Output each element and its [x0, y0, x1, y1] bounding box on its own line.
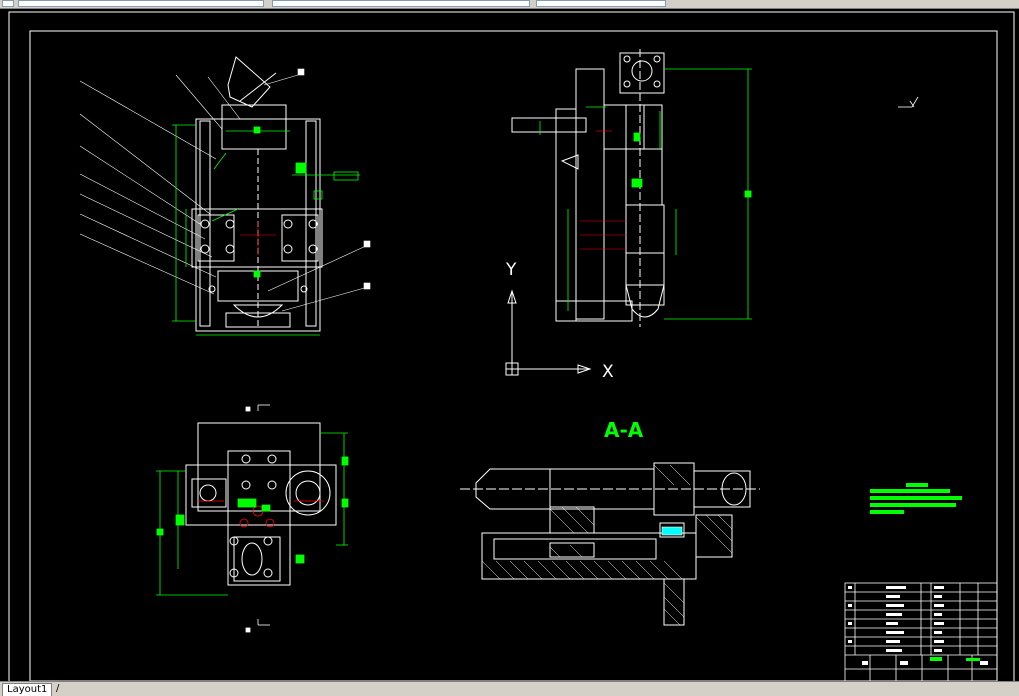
toolbar [0, 0, 1019, 9]
toolbar-combo-2[interactable] [18, 0, 264, 7]
tab-separator: / [56, 683, 60, 694]
title-block-green [930, 657, 980, 661]
section-view [460, 462, 760, 626]
ucs-icon [505, 289, 592, 376]
ucs-x-label: X [602, 362, 614, 382]
title-block-entries [848, 586, 988, 665]
toolbar-combo-4[interactable] [536, 0, 666, 7]
drawing-frame [29, 30, 998, 681]
front-view [191, 56, 323, 332]
top-view-dimensions [156, 432, 349, 596]
toolbar-combo-3[interactable] [272, 0, 530, 7]
front-view-hidden-lines [240, 221, 276, 255]
top-view-markers [245, 404, 270, 633]
section-label: A-A [604, 418, 644, 442]
section-highlight [661, 526, 683, 536]
side-view [511, 49, 665, 327]
toolbar-combo-1[interactable] [2, 0, 14, 7]
drawing-canvas[interactable]: Y X A-A [0, 9, 1019, 681]
tab-layout1[interactable]: Layout1 [2, 683, 53, 696]
ucs-y-label: Y [505, 260, 517, 280]
side-view-dimensions [539, 68, 752, 320]
surface-symbol [898, 96, 919, 108]
top-view [185, 422, 337, 586]
layout-tab-bar: Layout1 / [0, 681, 1019, 696]
technical-notes [870, 483, 962, 514]
title-block [844, 582, 998, 681]
